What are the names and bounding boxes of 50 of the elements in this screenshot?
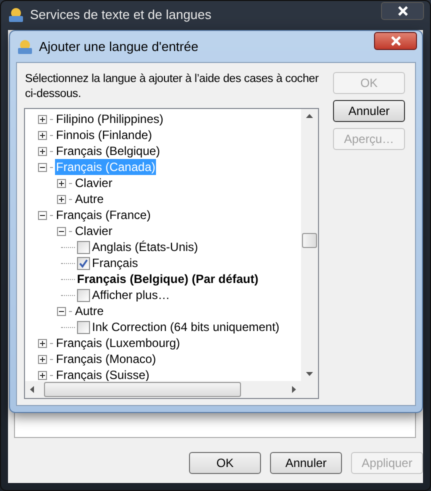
collapse-icon[interactable] bbox=[38, 162, 47, 172]
instruction-text: Sélectionnez la langue à ajouter à l’aide des cases à cocher ci-dessous. bbox=[24, 72, 319, 102]
scroll-right-icon[interactable] bbox=[291, 385, 297, 394]
expand-icon[interactable] bbox=[38, 354, 47, 364]
collapse-icon[interactable] bbox=[38, 210, 47, 220]
window-title: Services de texte et de langues bbox=[30, 6, 212, 24]
tree-item[interactable]: Anglais (États-Unis) bbox=[92, 239, 198, 255]
expand-icon[interactable] bbox=[38, 370, 47, 380]
scroll-thumb[interactable] bbox=[44, 382, 241, 397]
close-icon bbox=[390, 36, 400, 46]
scroll-thumb[interactable] bbox=[302, 233, 317, 248]
expand-icon[interactable] bbox=[38, 114, 47, 124]
vertical-scrollbar[interactable] bbox=[301, 109, 318, 381]
tree-item[interactable]: Afficher plus… bbox=[92, 287, 170, 303]
tree-item[interactable]: Français (Belgique) (Par défaut) bbox=[77, 271, 258, 287]
checkbox[interactable] bbox=[77, 320, 90, 334]
checkbox[interactable] bbox=[77, 240, 90, 254]
checkbox[interactable] bbox=[77, 288, 90, 302]
expand-icon[interactable] bbox=[38, 146, 47, 156]
expand-icon[interactable] bbox=[57, 194, 66, 204]
close-button[interactable] bbox=[374, 32, 417, 50]
tree-item[interactable]: Français (Luxembourg) bbox=[55, 335, 182, 351]
tree-item[interactable]: Autre bbox=[74, 191, 105, 207]
tree-item[interactable]: Filipino (Philippines) bbox=[55, 111, 164, 127]
tree-item[interactable]: Français (France) bbox=[55, 207, 152, 223]
dialog-button[interactable]: Annuler bbox=[270, 452, 342, 474]
scroll-left-icon[interactable] bbox=[29, 385, 35, 394]
tree-item[interactable]: Français bbox=[92, 255, 138, 271]
tree-item[interactable]: Ink Correction (64 bits uniquement) bbox=[92, 319, 280, 335]
close-icon bbox=[398, 6, 408, 16]
dialog-title: Ajouter une langue d'entrée bbox=[39, 38, 198, 56]
tree-item[interactable]: Français (Monaco) bbox=[55, 351, 158, 367]
checkbox[interactable] bbox=[77, 256, 90, 270]
collapse-icon[interactable] bbox=[57, 226, 66, 236]
tree-item[interactable]: Clavier bbox=[74, 175, 114, 191]
scroll-up-icon[interactable] bbox=[305, 113, 314, 119]
tree-item[interactable]: Autre bbox=[74, 303, 105, 319]
horizontal-scrollbar[interactable] bbox=[25, 381, 301, 398]
tree-item[interactable]: Clavier bbox=[74, 223, 114, 239]
collapse-icon[interactable] bbox=[57, 306, 66, 316]
expand-icon[interactable] bbox=[38, 130, 47, 140]
dialog-button[interactable]: Annuler bbox=[333, 100, 405, 122]
expand-icon[interactable] bbox=[57, 178, 66, 188]
tree-item[interactable]: Français (Belgique) bbox=[55, 143, 162, 159]
checkmark-icon bbox=[79, 258, 88, 268]
close-button[interactable] bbox=[381, 2, 424, 20]
dialog-button[interactable]: OK bbox=[189, 452, 261, 474]
expand-icon[interactable] bbox=[38, 338, 47, 348]
tree-item[interactable]: Finnois (Finlande) bbox=[55, 127, 154, 143]
scroll-down-icon[interactable] bbox=[305, 371, 314, 377]
